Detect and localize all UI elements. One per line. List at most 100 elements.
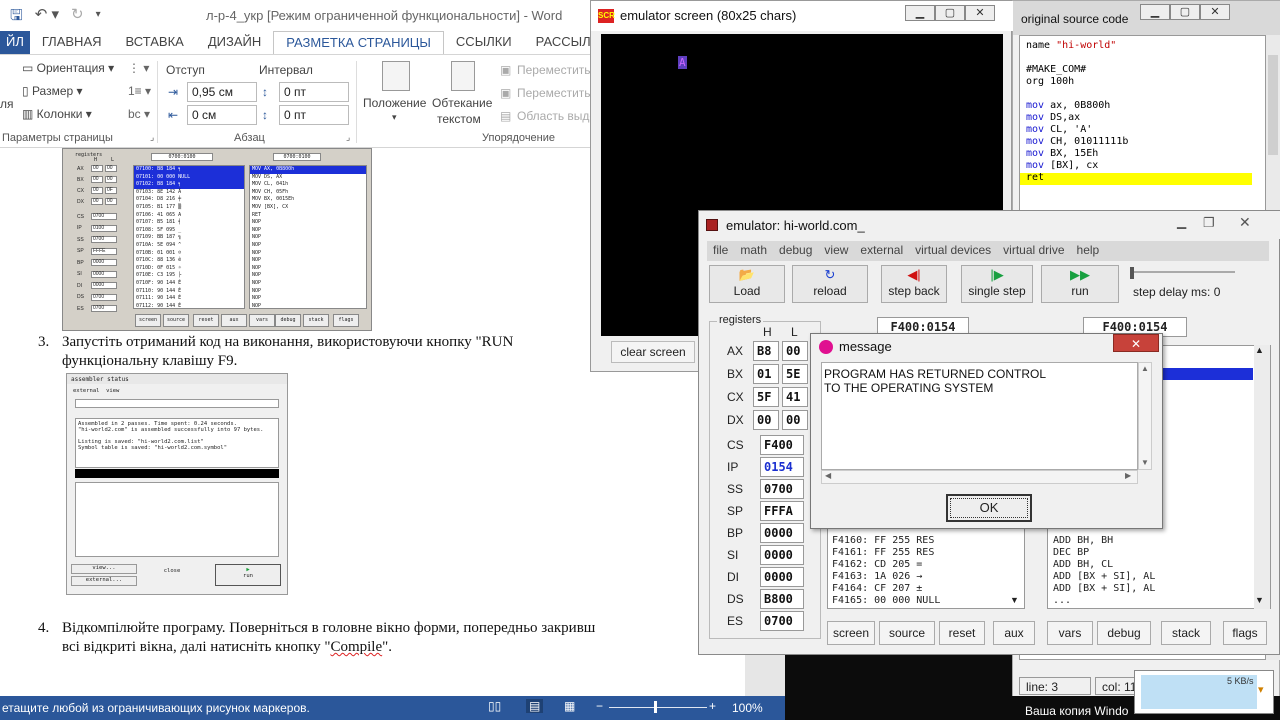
breaks-icon[interactable]: ⋮ ▾ (128, 61, 149, 75)
run-button[interactable]: ▶▶ run (1041, 265, 1119, 303)
maximize-icon[interactable]: ▢ (1170, 4, 1200, 20)
indent-left-input[interactable]: 0,95 см (187, 82, 257, 102)
reset-button[interactable]: reset (939, 621, 985, 645)
zoom-out-icon[interactable]: − (596, 699, 603, 713)
register-cx-low[interactable]: 41 (782, 387, 808, 407)
read-mode-icon[interactable]: ▯▯ (488, 699, 501, 713)
scroll-up-icon[interactable]: ▲ (1255, 345, 1264, 355)
menu-item-virtual-devices[interactable]: virtual devices (909, 241, 997, 261)
close-icon[interactable]: ✕ (1113, 334, 1159, 352)
screen-button[interactable]: screen (827, 621, 875, 645)
orientation-button[interactable]: ▭ Ориентация ▾ (22, 61, 114, 75)
scroll-up-icon[interactable]: ▲ (1141, 364, 1149, 373)
menu-item-view[interactable]: view (818, 241, 854, 261)
message-vscrollbar[interactable] (1138, 362, 1152, 470)
scroll-down-icon[interactable]: ▼ (1141, 458, 1149, 467)
print-layout-icon[interactable]: ▤ (526, 699, 544, 713)
zoom-in-icon[interactable]: + (709, 699, 716, 713)
disassembly-scrollbar[interactable] (1254, 345, 1270, 609)
close-icon[interactable]: ✕ (965, 5, 995, 21)
source-button[interactable]: source (879, 621, 935, 645)
register-cs[interactable]: F400 (760, 435, 804, 455)
menu-item-external[interactable]: external (854, 241, 909, 261)
embedded-assembler-status-image[interactable]: assembler status external view Assembled… (66, 373, 288, 595)
menu-item-help[interactable]: help (1071, 241, 1106, 261)
register-ax-high[interactable]: B8 (753, 341, 779, 361)
vars-button[interactable]: vars (1047, 621, 1093, 645)
register-ss[interactable]: 0700 (760, 479, 804, 499)
register-dx-high[interactable]: 00 (753, 410, 779, 430)
scroll-down-icon[interactable]: ▼ (1255, 595, 1264, 605)
register-cx-high[interactable]: 5F (753, 387, 779, 407)
menu-item-file[interactable]: file (707, 241, 734, 261)
register-si[interactable]: 0000 (760, 545, 804, 565)
register-ds[interactable]: B800 (760, 589, 804, 609)
undo-icon[interactable]: ↶ ▾ (35, 5, 59, 30)
network-settings-icon[interactable]: ▾ (1258, 683, 1264, 696)
message-text-area[interactable]: PROGRAM HAS RETURNED CONTROL TO THE OPER… (821, 362, 1138, 470)
tab-file[interactable]: ЙЛ (0, 31, 30, 55)
stack-button[interactable]: stack (1161, 621, 1211, 645)
page-setup-launcher-icon[interactable]: ⌟ (150, 132, 154, 143)
tab-home[interactable]: ГЛАВНАЯ (30, 31, 114, 55)
size-button[interactable]: ▯ Размер ▾ (22, 84, 83, 98)
save-icon[interactable]: 🖫 (10, 5, 23, 30)
menu-item-math[interactable]: math (734, 241, 773, 261)
register-bx-high[interactable]: 01 (753, 364, 779, 384)
aux-button[interactable]: aux (993, 621, 1035, 645)
zoom-slider-thumb[interactable] (654, 701, 657, 713)
register-bp[interactable]: 0000 (760, 523, 804, 543)
indent-right-input[interactable]: 0 см (187, 105, 257, 125)
redo-icon[interactable]: ↻ (71, 5, 84, 30)
selection-pane-button[interactable]: Область выде (517, 109, 596, 123)
minimize-icon[interactable]: ▁ (905, 5, 935, 21)
maximize-icon[interactable]: ▢ (935, 5, 965, 21)
close-icon[interactable]: ✕ (1200, 4, 1230, 20)
register-ax-low[interactable]: 00 (782, 341, 808, 361)
register-sp[interactable]: FFFA (760, 501, 804, 521)
web-layout-icon[interactable]: ▦ (564, 699, 575, 713)
hyphenation-icon[interactable]: bc ▾ (128, 107, 150, 121)
tab-insert[interactable]: ВСТАВКА (114, 31, 196, 55)
clear-screen-button[interactable]: clear screen (611, 341, 695, 363)
send-backward-button[interactable]: Переместить (517, 86, 591, 100)
menu-item-virtual-drive[interactable]: virtual drive (997, 241, 1070, 261)
register-dx-low[interactable]: 00 (782, 410, 808, 430)
wrap-text-button[interactable]: Обтекание (432, 96, 492, 110)
columns-button[interactable]: ▥ Колонки ▾ (22, 107, 92, 121)
flags-button[interactable]: flags (1223, 621, 1267, 645)
step-back-button[interactable]: ◀| step back (881, 265, 947, 303)
embedded-emulator-image[interactable]: registers H L 0700:0100 0700:0100 07100:… (62, 148, 372, 331)
message-hscrollbar[interactable] (821, 470, 1138, 484)
zoom-slider[interactable] (609, 707, 707, 708)
register-bx-low[interactable]: 5E (782, 364, 808, 384)
ok-button[interactable]: OK (946, 494, 1032, 522)
step-delay-slider[interactable] (1133, 271, 1235, 273)
source-vscroll-thumb[interactable] (1268, 55, 1278, 155)
paragraph-launcher-icon[interactable]: ⌟ (346, 132, 350, 143)
tab-design[interactable]: ДИЗАЙН (196, 31, 273, 55)
scroll-down-icon[interactable]: ▼ (1010, 595, 1019, 605)
minimize-icon[interactable]: ▁ (1140, 4, 1170, 20)
spacing-after-input[interactable]: 0 пт (279, 105, 349, 125)
reload-button[interactable]: ↻ reload (792, 265, 868, 303)
spacing-before-input[interactable]: 0 пт (279, 82, 349, 102)
register-es[interactable]: 0700 (760, 611, 804, 631)
single-step-button[interactable]: |▶ single step (961, 265, 1033, 303)
bring-forward-button[interactable]: Переместить (517, 63, 591, 77)
scroll-right-icon[interactable]: ▶ (1125, 471, 1131, 480)
minimize-icon[interactable]: ▁ (1177, 215, 1186, 229)
register-ip[interactable]: 0154 (760, 457, 804, 477)
customize-qat-icon[interactable]: ▾ (96, 5, 101, 30)
close-icon[interactable]: ✕ (1239, 214, 1251, 231)
tab-page-layout[interactable]: РАЗМЕТКА СТРАНИЦЫ (273, 31, 444, 55)
debug-button[interactable]: debug (1097, 621, 1151, 645)
restore-icon[interactable]: ❐ (1203, 215, 1215, 231)
register-di[interactable]: 0000 (760, 567, 804, 587)
menu-item-debug[interactable]: debug (773, 241, 818, 261)
line-numbers-icon[interactable]: 1≡ ▾ (128, 84, 151, 98)
step-delay-thumb[interactable] (1130, 267, 1134, 279)
tab-references[interactable]: ССЫЛКИ (444, 31, 524, 55)
position-button[interactable]: Положение (363, 96, 426, 110)
scroll-left-icon[interactable]: ◀ (825, 471, 831, 480)
